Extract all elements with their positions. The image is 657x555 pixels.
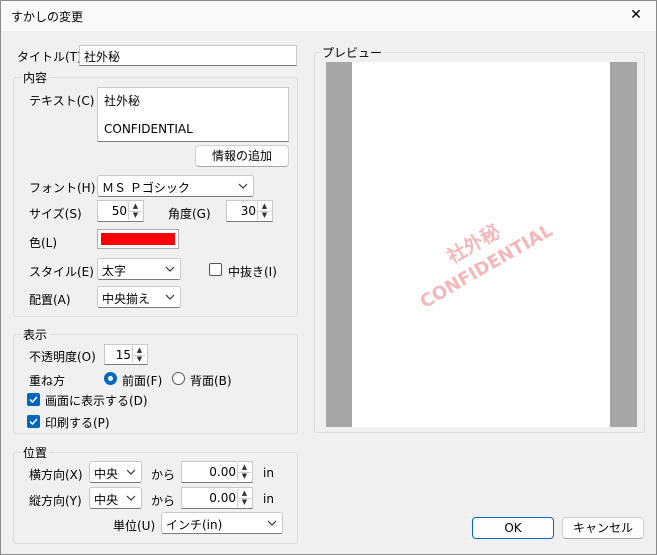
spin-down-icon[interactable]: ▼ xyxy=(238,498,251,507)
color-picker[interactable] xyxy=(97,229,179,249)
title-input[interactable]: 社外秘 xyxy=(79,45,297,66)
preview-title: プレビュー xyxy=(320,44,385,61)
vertical-value: 中央 xyxy=(94,493,119,507)
color-label: 色(L) xyxy=(29,236,58,250)
preview-watermark: 社外秘 CONFIDENTIAL xyxy=(367,174,592,333)
print-label: 印刷する(P) xyxy=(45,416,110,430)
preview-canvas: 社外秘 CONFIDENTIAL xyxy=(326,62,637,427)
print-checkbox[interactable] xyxy=(27,415,40,428)
size-label: サイズ(S) xyxy=(29,207,82,221)
front-radio[interactable] xyxy=(104,372,117,385)
angle-spinner[interactable]: 30 ▲ ▼ xyxy=(226,200,273,222)
align-value: 中央揃え xyxy=(102,292,151,306)
horizontal-label: 横方向(X) xyxy=(29,468,83,482)
unit-label: 単位(U) xyxy=(113,519,156,533)
align-label: 配置(A) xyxy=(29,293,71,307)
angle-value: 30 xyxy=(240,204,256,218)
unit-suffix-h: in xyxy=(263,466,274,480)
size-value: 50 xyxy=(111,204,127,218)
show-on-screen-checkbox[interactable] xyxy=(27,393,40,406)
outline-checkbox[interactable] xyxy=(209,263,222,276)
spin-down-icon[interactable]: ▼ xyxy=(258,211,271,220)
horizontal-offset-value: 0.00 xyxy=(209,465,236,479)
layer-label: 重ね方 xyxy=(29,374,66,388)
spin-down-icon[interactable]: ▼ xyxy=(238,472,251,481)
chevron-down-icon xyxy=(126,469,136,475)
vertical-label: 縦方向(Y) xyxy=(29,494,82,508)
chevron-down-icon xyxy=(126,495,136,501)
chevron-down-icon xyxy=(165,294,175,300)
chevron-down-icon xyxy=(238,183,248,189)
checkmark-icon xyxy=(29,396,38,404)
opacity-value: 15 xyxy=(115,348,131,362)
align-select[interactable]: 中央揃え xyxy=(97,286,181,308)
position-group-title: 位置 xyxy=(21,444,50,461)
text-line-1: 社外秘 xyxy=(104,94,141,108)
text-line-2: CONFIDENTIAL xyxy=(104,122,193,136)
angle-label: 角度(G) xyxy=(168,207,211,221)
close-icon[interactable]: ✕ xyxy=(624,3,648,27)
horizontal-value: 中央 xyxy=(94,467,119,481)
font-label: フォント(H) xyxy=(29,181,96,195)
font-select[interactable]: ＭＳ Ｐゴシック xyxy=(97,175,254,197)
checkmark-icon xyxy=(29,418,38,426)
font-value: ＭＳ Ｐゴシック xyxy=(102,181,190,195)
display-group-title: 表示 xyxy=(21,326,50,343)
vertical-offset-value: 0.00 xyxy=(209,491,236,505)
preview-page: 社外秘 CONFIDENTIAL xyxy=(352,62,610,427)
color-swatch xyxy=(101,233,175,245)
spin-down-icon[interactable]: ▼ xyxy=(129,211,142,220)
front-label: 前面(F) xyxy=(122,374,163,388)
from-label-v: から xyxy=(151,494,176,508)
cancel-button[interactable]: キャンセル xyxy=(562,517,644,539)
unit-select[interactable]: インチ(in) xyxy=(161,512,283,534)
unit-value: インチ(in) xyxy=(166,518,223,532)
text-label: テキスト(C) xyxy=(29,94,95,108)
opacity-label: 不透明度(O) xyxy=(29,350,96,364)
spin-down-icon[interactable]: ▼ xyxy=(133,355,146,364)
ok-button[interactable]: OK xyxy=(472,517,554,539)
unit-suffix-v: in xyxy=(263,492,274,506)
watermark-dialog: すかしの変更 ✕ タイトル(T) 社外秘 内容 テキスト(C) 社外秘 CONF… xyxy=(0,0,657,555)
vertical-select[interactable]: 中央 xyxy=(89,487,142,509)
chevron-down-icon xyxy=(165,266,175,272)
title-bar: すかしの変更 ✕ xyxy=(1,1,656,31)
chevron-down-icon xyxy=(267,520,277,526)
content-group-title: 内容 xyxy=(21,69,50,86)
from-label-h: から xyxy=(151,468,176,482)
window-title: すかしの変更 xyxy=(11,10,84,24)
show-on-screen-label: 画面に表示する(D) xyxy=(45,394,148,408)
style-label: スタイル(E) xyxy=(29,265,94,279)
opacity-spinner[interactable]: 15 ▲ ▼ xyxy=(104,344,148,365)
horizontal-offset-spinner[interactable]: 0.00 ▲ ▼ xyxy=(181,461,253,483)
title-label: タイトル(T) xyxy=(17,50,82,64)
horizontal-select[interactable]: 中央 xyxy=(89,461,142,483)
outline-label: 中抜き(I) xyxy=(228,265,277,279)
vertical-offset-spinner[interactable]: 0.00 ▲ ▼ xyxy=(181,487,253,509)
back-radio[interactable] xyxy=(172,372,185,385)
add-info-button[interactable]: 情報の追加 xyxy=(195,145,289,167)
back-label: 背面(B) xyxy=(190,374,232,388)
text-area[interactable]: 社外秘 CONFIDENTIAL xyxy=(97,87,289,142)
style-select[interactable]: 太字 xyxy=(97,258,181,280)
style-value: 太字 xyxy=(102,264,127,278)
size-spinner[interactable]: 50 ▲ ▼ xyxy=(97,200,144,222)
